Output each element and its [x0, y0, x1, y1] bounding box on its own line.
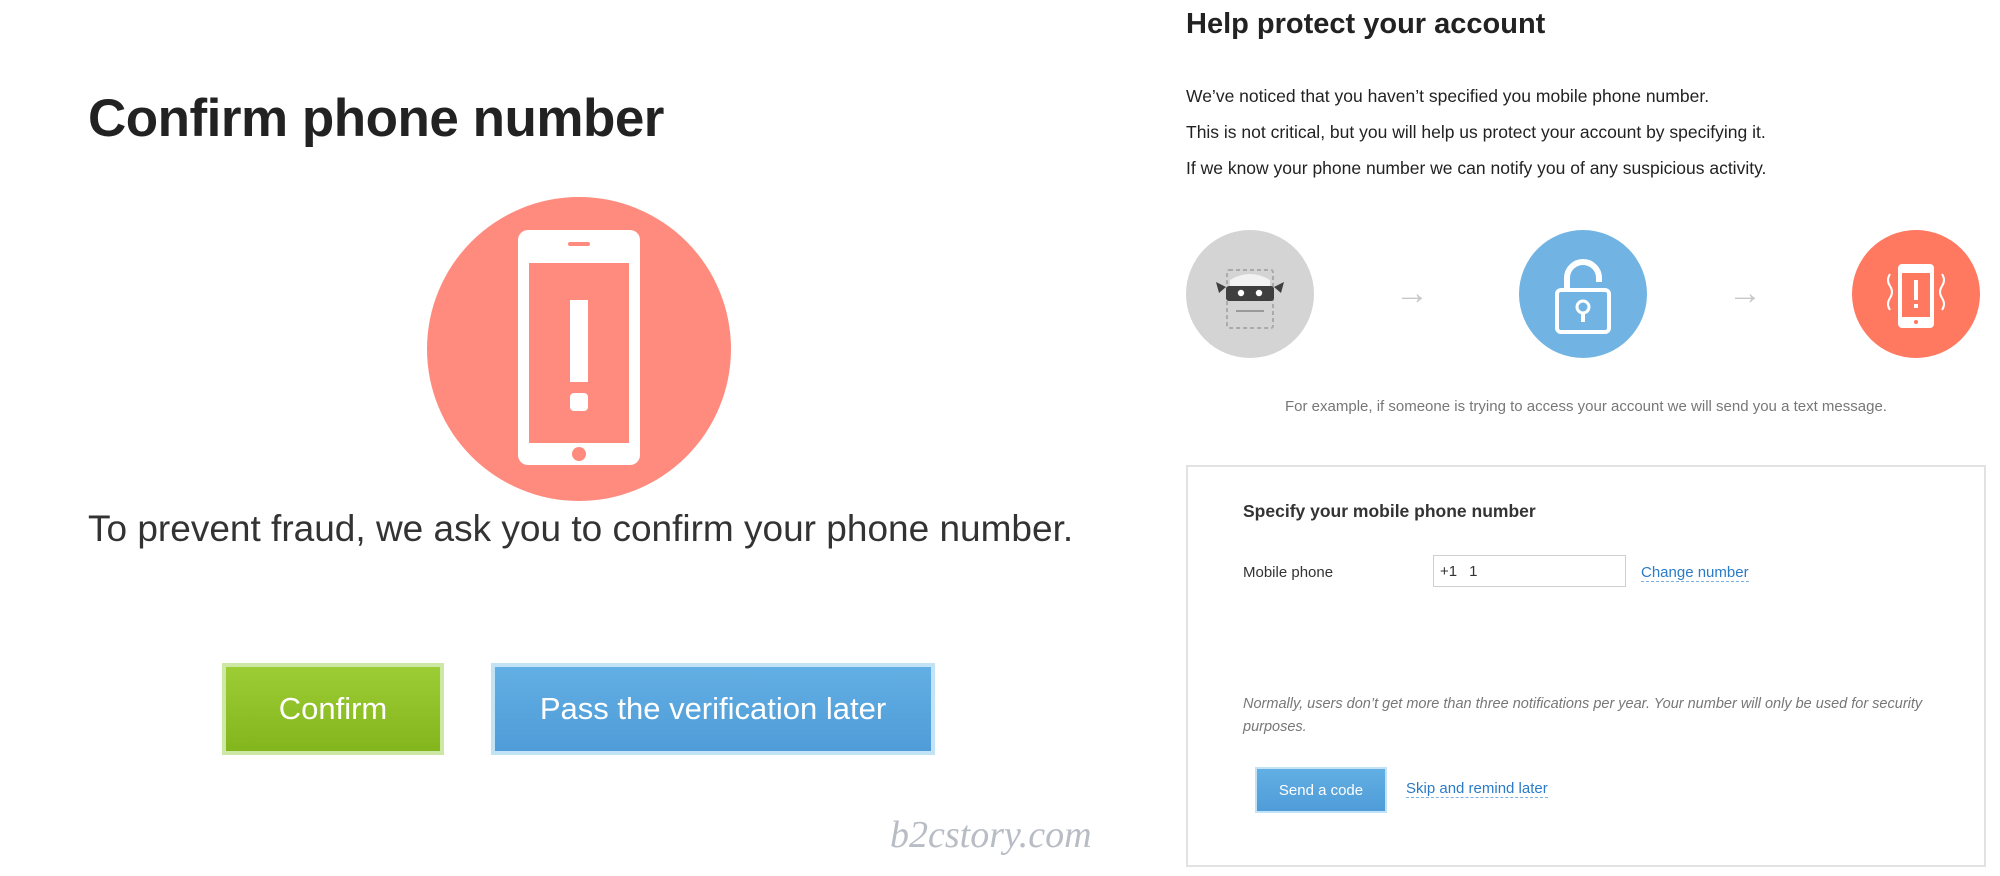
- masked-thief-icon: [1186, 230, 1314, 358]
- info-paragraph: This is not critical, but you will help …: [1186, 122, 1766, 142]
- arrow-right-icon: →: [1395, 274, 1429, 312]
- notification-note: Normally, users don’t get more than thre…: [1243, 696, 1923, 735]
- country-code: +1: [1440, 562, 1458, 580]
- lock-icon: [1519, 230, 1647, 358]
- confirm-button[interactable]: Confirm: [222, 663, 444, 755]
- phone-value: 1: [1469, 562, 1478, 580]
- help-protect-title: Help protect your account: [1186, 8, 1546, 40]
- confirm-phone-title: Confirm phone number: [88, 89, 664, 148]
- change-number-link[interactable]: Change number: [1641, 564, 1749, 582]
- fraud-message: To prevent fraud, we ask you to confirm …: [88, 508, 1074, 549]
- phone-form-card: Specify your mobile phone number Mobile …: [1186, 465, 1986, 867]
- mobile-phone-input[interactable]: +1 1: [1433, 555, 1626, 587]
- mobile-phone-label: Mobile phone: [1243, 564, 1334, 581]
- phone-alert-icon: [427, 197, 731, 501]
- watermark: b2cstory.com: [890, 814, 1092, 856]
- example-text: For example, if someone is trying to acc…: [1285, 398, 1887, 415]
- send-code-button[interactable]: Send a code: [1255, 767, 1387, 813]
- form-title: Specify your mobile phone number: [1243, 501, 1536, 521]
- skip-remind-later-link[interactable]: Skip and remind later: [1406, 780, 1548, 798]
- info-paragraph: If we know your phone number we can noti…: [1186, 158, 1767, 178]
- pass-verification-later-button[interactable]: Pass the verification later: [491, 663, 935, 755]
- info-paragraph: We’ve noticed that you haven’t specified…: [1186, 86, 1710, 106]
- arrow-right-icon: →: [1728, 274, 1762, 312]
- phone-alert-icon: [1852, 230, 1980, 358]
